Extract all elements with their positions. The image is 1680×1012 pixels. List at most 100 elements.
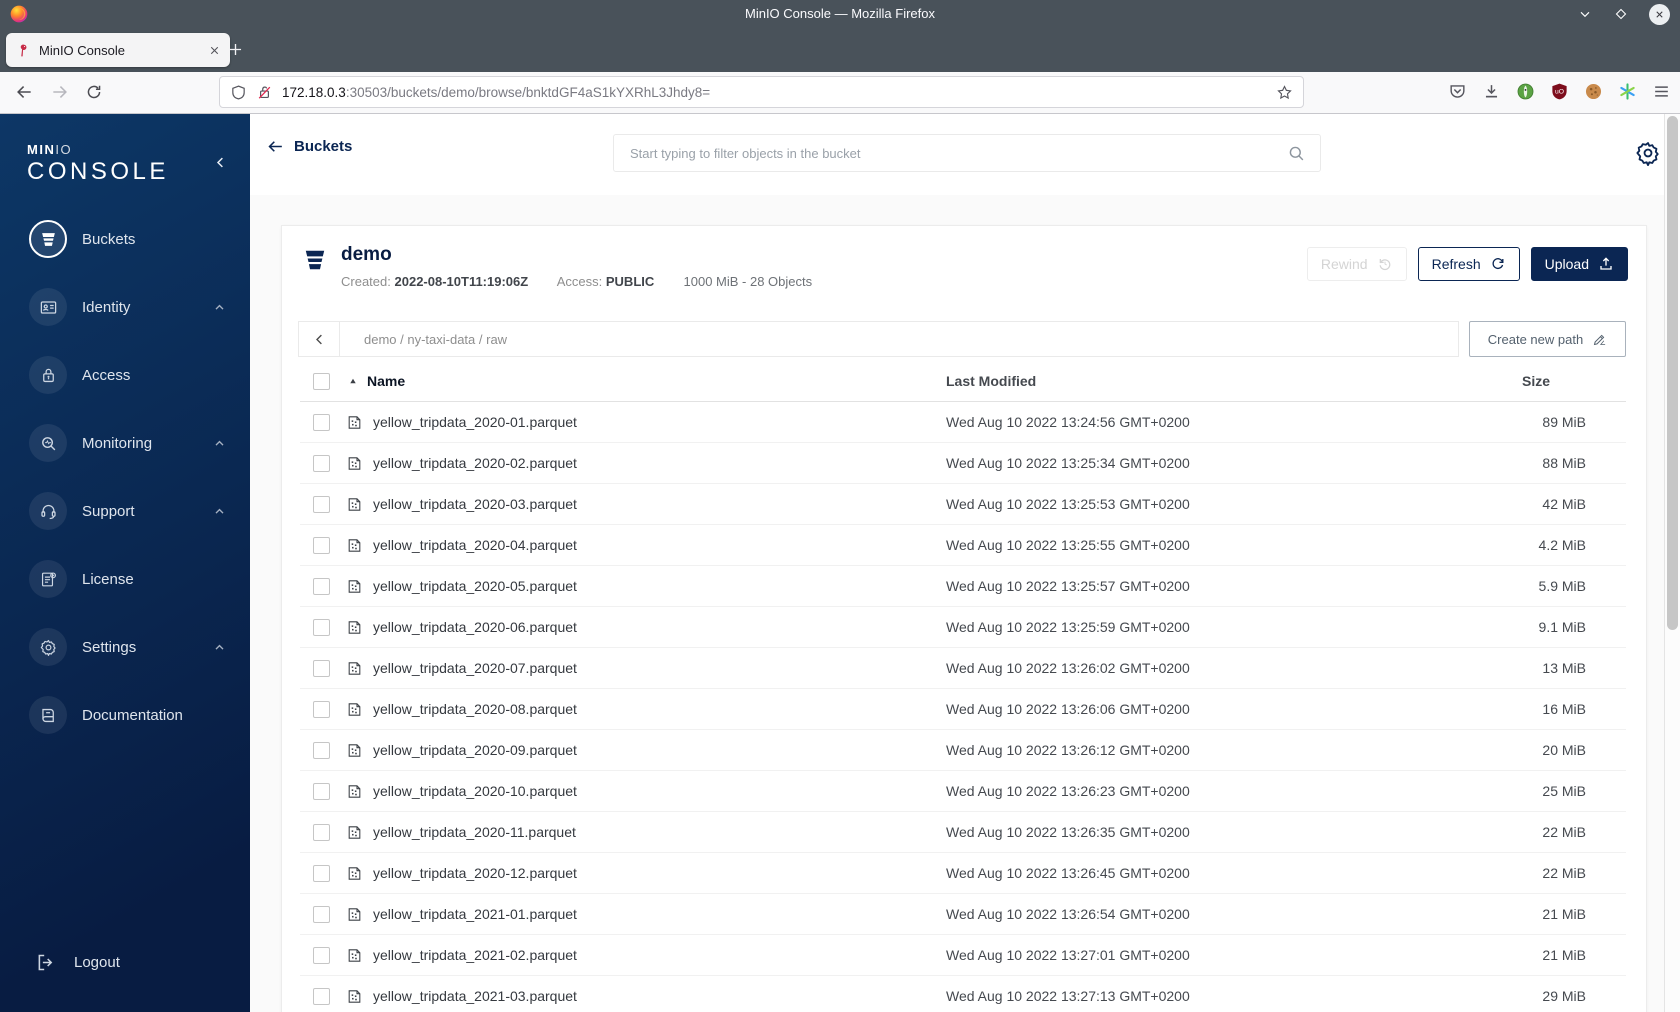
privacy-badger-extension-icon[interactable] bbox=[1516, 82, 1535, 101]
sidebar-item-identity[interactable]: Identity bbox=[0, 287, 250, 327]
table-row[interactable]: yellow_tripdata_2020-04.parquet Wed Aug … bbox=[300, 525, 1626, 566]
object-name: yellow_tripdata_2020-06.parquet bbox=[373, 619, 577, 635]
url-bar[interactable]: 172.18.0.3:30503/buckets/demo/browse/bnk… bbox=[219, 76, 1304, 108]
object-name-cell[interactable]: yellow_tripdata_2020-10.parquet bbox=[346, 783, 946, 800]
table-row[interactable]: yellow_tripdata_2020-05.parquet Wed Aug … bbox=[300, 566, 1626, 607]
row-checkbox[interactable] bbox=[313, 495, 330, 513]
table-row[interactable]: yellow_tripdata_2020-06.parquet Wed Aug … bbox=[300, 607, 1626, 648]
table-row[interactable]: yellow_tripdata_2020-07.parquet Wed Aug … bbox=[300, 648, 1626, 689]
row-checkbox[interactable] bbox=[313, 823, 330, 841]
row-checkbox[interactable] bbox=[313, 905, 330, 923]
window-maximize-button[interactable] bbox=[1613, 6, 1629, 22]
object-name-cell[interactable]: yellow_tripdata_2020-02.parquet bbox=[346, 455, 946, 472]
chevron-up-icon[interactable] bbox=[213, 437, 226, 450]
breadcrumb[interactable]: demo / ny-taxi-data / raw bbox=[340, 332, 507, 347]
colorful-asterisk-extension-icon[interactable] bbox=[1618, 82, 1637, 101]
ublock-origin-extension-icon[interactable]: uO bbox=[1550, 82, 1569, 101]
chevron-up-icon[interactable] bbox=[213, 641, 226, 654]
row-checkbox[interactable] bbox=[313, 454, 330, 472]
sidebar-item-logout[interactable]: Logout bbox=[0, 943, 250, 981]
table-row[interactable]: yellow_tripdata_2021-01.parquet Wed Aug … bbox=[300, 894, 1626, 935]
table-row[interactable]: yellow_tripdata_2020-09.parquet Wed Aug … bbox=[300, 730, 1626, 771]
row-checkbox[interactable] bbox=[313, 536, 330, 554]
chevron-up-icon[interactable] bbox=[213, 505, 226, 518]
object-name-cell[interactable]: yellow_tripdata_2020-12.parquet bbox=[346, 865, 946, 882]
table-row[interactable]: yellow_tripdata_2020-08.parquet Wed Aug … bbox=[300, 689, 1626, 730]
row-checkbox[interactable] bbox=[313, 618, 330, 636]
column-header-last-modified[interactable]: Last Modified bbox=[946, 373, 1506, 389]
pocket-icon[interactable] bbox=[1448, 82, 1467, 101]
hamburger-menu-icon[interactable] bbox=[1652, 82, 1671, 101]
cookie-extension-icon[interactable] bbox=[1584, 82, 1603, 101]
object-name-cell[interactable]: yellow_tripdata_2021-02.parquet bbox=[346, 947, 946, 964]
path-back-button[interactable] bbox=[299, 322, 340, 356]
parquet-file-icon bbox=[346, 537, 363, 554]
table-row[interactable]: yellow_tripdata_2020-03.parquet Wed Aug … bbox=[300, 484, 1626, 525]
browser-tab-minio-console[interactable]: MinIO Console bbox=[6, 33, 230, 67]
sidebar-item-documentation[interactable]: Documentation bbox=[0, 695, 250, 735]
refresh-button[interactable]: Refresh bbox=[1417, 247, 1520, 281]
new-tab-button[interactable] bbox=[226, 40, 245, 59]
table-row[interactable]: yellow_tripdata_2020-01.parquet Wed Aug … bbox=[300, 402, 1626, 443]
select-all-checkbox[interactable] bbox=[313, 372, 330, 390]
row-checkbox[interactable] bbox=[313, 741, 330, 759]
object-name-cell[interactable]: yellow_tripdata_2020-01.parquet bbox=[346, 414, 946, 431]
sidebar-item-license[interactable]: License bbox=[0, 559, 250, 599]
sidebar-item-monitoring[interactable]: Monitoring bbox=[0, 423, 250, 463]
browser-forward-button[interactable] bbox=[50, 82, 70, 102]
rewind-button[interactable]: Rewind bbox=[1306, 247, 1407, 281]
chevron-up-icon[interactable] bbox=[213, 301, 226, 314]
row-checkbox[interactable] bbox=[313, 864, 330, 882]
object-name-cell[interactable]: yellow_tripdata_2020-04.parquet bbox=[346, 537, 946, 554]
browser-back-button[interactable] bbox=[14, 82, 34, 102]
row-checkbox[interactable] bbox=[313, 577, 330, 595]
table-row[interactable]: yellow_tripdata_2020-10.parquet Wed Aug … bbox=[300, 771, 1626, 812]
row-checkbox[interactable] bbox=[313, 700, 330, 718]
row-checkbox[interactable] bbox=[313, 782, 330, 800]
downloads-icon[interactable] bbox=[1482, 82, 1501, 101]
row-checkbox[interactable] bbox=[313, 413, 330, 431]
tab-close-icon[interactable] bbox=[208, 44, 221, 57]
object-name-cell[interactable]: yellow_tripdata_2020-11.parquet bbox=[346, 824, 946, 841]
row-checkbox[interactable] bbox=[313, 987, 330, 1005]
sidebar-item-support[interactable]: Support bbox=[0, 491, 250, 531]
table-row[interactable]: yellow_tripdata_2021-02.parquet Wed Aug … bbox=[300, 935, 1626, 976]
object-name-cell[interactable]: yellow_tripdata_2020-06.parquet bbox=[346, 619, 946, 636]
gear-icon[interactable] bbox=[1635, 140, 1661, 166]
tracking-protection-shield-icon[interactable] bbox=[230, 84, 247, 101]
bucket-meta: Created: 2022-08-10T11:19:06Z Access: PU… bbox=[341, 274, 812, 289]
sidebar-collapse-icon[interactable] bbox=[213, 155, 228, 170]
row-checkbox[interactable] bbox=[313, 659, 330, 677]
object-name-cell[interactable]: yellow_tripdata_2020-03.parquet bbox=[346, 496, 946, 513]
object-name: yellow_tripdata_2020-04.parquet bbox=[373, 537, 577, 553]
object-name: yellow_tripdata_2021-01.parquet bbox=[373, 906, 577, 922]
bookmark-star-icon[interactable] bbox=[1276, 84, 1293, 101]
table-row[interactable]: yellow_tripdata_2020-12.parquet Wed Aug … bbox=[300, 853, 1626, 894]
sidebar-item-access[interactable]: Access bbox=[0, 355, 250, 395]
sidebar-item-buckets[interactable]: Buckets bbox=[0, 219, 250, 259]
create-new-path-button[interactable]: Create new path bbox=[1469, 321, 1626, 357]
url-text[interactable]: 172.18.0.3:30503/buckets/demo/browse/bnk… bbox=[282, 85, 1268, 100]
sidebar-item-settings[interactable]: Settings bbox=[0, 627, 250, 667]
sort-ascending-icon[interactable] bbox=[348, 376, 358, 386]
object-name-cell[interactable]: yellow_tripdata_2021-01.parquet bbox=[346, 906, 946, 923]
window-minimize-button[interactable] bbox=[1577, 6, 1593, 22]
back-to-buckets-button[interactable]: Buckets bbox=[266, 137, 352, 156]
upload-button[interactable]: Upload bbox=[1530, 247, 1628, 281]
search-input[interactable] bbox=[628, 144, 1287, 162]
object-name-cell[interactable]: yellow_tripdata_2021-03.parquet bbox=[346, 988, 946, 1005]
row-checkbox[interactable] bbox=[313, 946, 330, 964]
column-header-size[interactable]: Size bbox=[1506, 373, 1626, 389]
object-name-cell[interactable]: yellow_tripdata_2020-07.parquet bbox=[346, 660, 946, 677]
scrollbar-thumb[interactable] bbox=[1667, 116, 1678, 630]
column-header-name[interactable]: Name bbox=[367, 373, 405, 389]
table-row[interactable]: yellow_tripdata_2020-02.parquet Wed Aug … bbox=[300, 443, 1626, 484]
table-row[interactable]: yellow_tripdata_2021-03.parquet Wed Aug … bbox=[300, 976, 1626, 1012]
insecure-lock-icon[interactable] bbox=[256, 84, 273, 101]
object-name-cell[interactable]: yellow_tripdata_2020-08.parquet bbox=[346, 701, 946, 718]
browser-reload-button[interactable] bbox=[85, 83, 103, 101]
object-name-cell[interactable]: yellow_tripdata_2020-05.parquet bbox=[346, 578, 946, 595]
window-close-button[interactable] bbox=[1649, 3, 1670, 25]
table-row[interactable]: yellow_tripdata_2020-11.parquet Wed Aug … bbox=[300, 812, 1626, 853]
object-name-cell[interactable]: yellow_tripdata_2020-09.parquet bbox=[346, 742, 946, 759]
